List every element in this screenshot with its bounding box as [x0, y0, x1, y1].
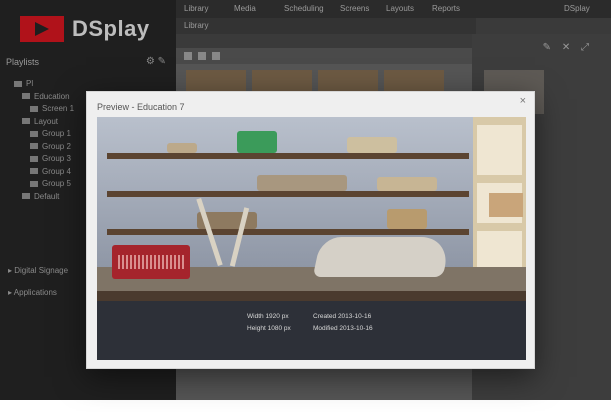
photo-object [257, 175, 347, 191]
photo-shelf-cell [477, 231, 522, 271]
photo-object [167, 143, 197, 153]
menu-item-reports[interactable]: Reports [432, 0, 460, 18]
preview-dialog: Preview - Education 7 × Width 1920 px He… [86, 91, 535, 369]
menu-bar: Library Media Scheduling Screens Layouts… [176, 0, 611, 18]
file-icon [30, 130, 38, 137]
tree-item[interactable]: Group 1 [14, 128, 74, 141]
photo-box [489, 193, 523, 217]
tree: Pl Education Screen 1 Layout Group 1 Gro… [14, 78, 74, 203]
photo-shelf [107, 229, 469, 235]
dialog-title: Preview - Education 7 [97, 102, 185, 112]
photo-object [377, 177, 437, 191]
photo-lower-area [97, 301, 526, 360]
photo-object [237, 131, 277, 153]
sidebar-section-applications[interactable]: ▸ Applications [8, 288, 57, 297]
sidebar-header[interactable]: Playlists ⚙ ✎ [6, 54, 170, 70]
photo-shelf [107, 191, 469, 197]
tree-item[interactable]: Screen 1 [14, 103, 74, 116]
list-view-icon[interactable] [198, 52, 206, 60]
menu-item-library[interactable]: Library [184, 0, 208, 18]
preview-image: Width 1920 px Height 1080 px Created 201… [97, 117, 526, 360]
meta-width-label: Width 1920 px [247, 313, 289, 320]
menu-item-screens[interactable]: Screens [340, 0, 369, 18]
tree-item[interactable]: Group 3 [14, 153, 74, 166]
folder-icon [22, 193, 30, 200]
subtab-library[interactable]: Library [176, 18, 476, 34]
photo-object [387, 209, 427, 229]
file-icon [30, 143, 38, 150]
filter-icon[interactable] [212, 52, 220, 60]
menu-item-scheduling[interactable]: Scheduling [284, 0, 324, 18]
photo-cloth [312, 237, 452, 277]
logo: DSplay [20, 16, 150, 42]
meta-height-label: Height 1080 px [247, 325, 291, 332]
folder-icon [14, 80, 22, 87]
photo-object [347, 137, 397, 153]
folder-icon [22, 93, 30, 100]
photo-bench-edge [97, 291, 526, 301]
meta-modified-label: Modified 2013-10-16 [313, 325, 373, 332]
edit-icon[interactable]: ✎ ✕ ⤢ [543, 42, 593, 53]
grid-view-icon[interactable] [184, 52, 192, 60]
file-icon [30, 168, 38, 175]
photo-shelf-cell [477, 125, 522, 175]
folder-icon [22, 118, 30, 125]
photo-radio [112, 245, 190, 279]
file-icon [30, 155, 38, 162]
file-icon [30, 180, 38, 187]
tree-item[interactable]: Group 2 [14, 141, 74, 154]
sidebar-tools-icon[interactable]: ⚙ ✎ [146, 54, 166, 70]
sidebar-header-label: Playlists [6, 57, 40, 67]
photo-radio-grille [118, 255, 184, 269]
tree-item[interactable]: Pl [14, 78, 74, 91]
meta-created-label: Created 2013-10-16 [313, 313, 372, 320]
tree-item[interactable]: Group 5 [14, 178, 74, 191]
menu-right-label: DSplay [564, 4, 590, 13]
menu-item-layouts[interactable]: Layouts [386, 0, 414, 18]
logo-mark-icon [20, 16, 64, 42]
menu-item-media[interactable]: Media [234, 0, 256, 18]
tree-item[interactable]: Education [14, 91, 74, 104]
tree-item[interactable]: Group 4 [14, 166, 74, 179]
logo-text: DSplay [72, 16, 150, 41]
tree-item[interactable]: Default [14, 191, 74, 204]
photo-shelf [107, 153, 469, 159]
sidebar-section-signage[interactable]: ▸ Digital Signage [8, 266, 68, 275]
close-icon[interactable]: × [520, 95, 526, 107]
file-icon [30, 105, 38, 112]
library-toolbar [176, 48, 472, 64]
tree-item[interactable]: Layout [14, 116, 74, 129]
